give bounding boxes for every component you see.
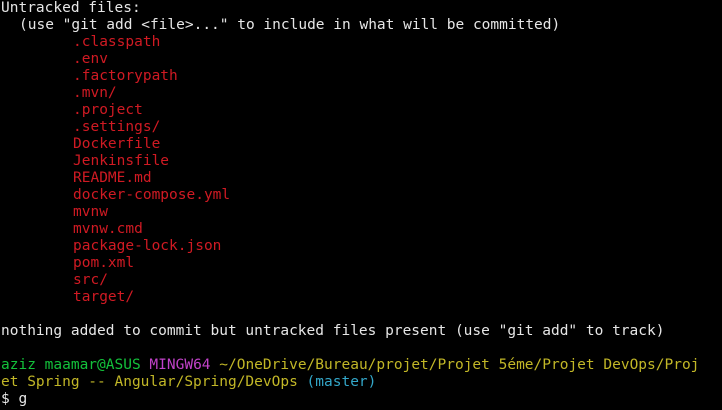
shell-prompt-line-1: aziz maamar@ASUS MINGW64 ~/OneDrive/Bure… xyxy=(1,357,699,374)
prompt-path-part-1: ~/OneDrive/Bureau/projet/Projet 5éme/Pro… xyxy=(219,357,700,373)
shell-prompt-line-2: et Spring -- Angular/Spring/DevOps (mast… xyxy=(1,374,376,391)
prompt-symbol: $ xyxy=(1,391,10,407)
untracked-file-item: Dockerfile xyxy=(73,136,161,152)
untracked-file-item: README.md xyxy=(73,170,152,186)
command-input[interactable]: g xyxy=(18,391,27,407)
untracked-file-item: target/ xyxy=(73,289,135,305)
untracked-file-item: .project xyxy=(73,102,143,118)
untracked-file-item: .mvn/ xyxy=(73,85,117,101)
prompt-user-host: aziz maamar@ASUS xyxy=(1,357,141,373)
untracked-file-item: .classpath xyxy=(73,34,161,50)
untracked-file-item: pom.xml xyxy=(73,255,135,271)
git-status-summary: nothing added to commit but untracked fi… xyxy=(1,323,665,339)
prompt-path-part-2: et Spring -- Angular/Spring/DevOps xyxy=(1,374,298,390)
command-input-line[interactable]: $ g xyxy=(1,391,27,408)
untracked-file-item: .settings/ xyxy=(73,119,161,135)
untracked-file-item: mvnw.cmd xyxy=(73,221,143,237)
untracked-files-header: Untracked files: xyxy=(1,0,141,16)
untracked-file-item: .factorypath xyxy=(73,68,178,84)
untracked-file-item: mvnw xyxy=(73,204,108,220)
untracked-file-item: Jenkinsfile xyxy=(73,153,170,169)
git-add-hint: (use "git add <file>..." to include in w… xyxy=(19,17,561,33)
untracked-file-item: .env xyxy=(73,51,108,67)
prompt-system: MINGW64 xyxy=(149,357,211,373)
untracked-file-item: src/ xyxy=(73,272,108,288)
terminal-window[interactable]: Untracked files: (use "git add <file>...… xyxy=(0,0,722,410)
untracked-file-item: docker-compose.yml xyxy=(73,187,231,203)
prompt-branch: (master) xyxy=(306,374,377,390)
untracked-file-item: package-lock.json xyxy=(73,238,222,254)
